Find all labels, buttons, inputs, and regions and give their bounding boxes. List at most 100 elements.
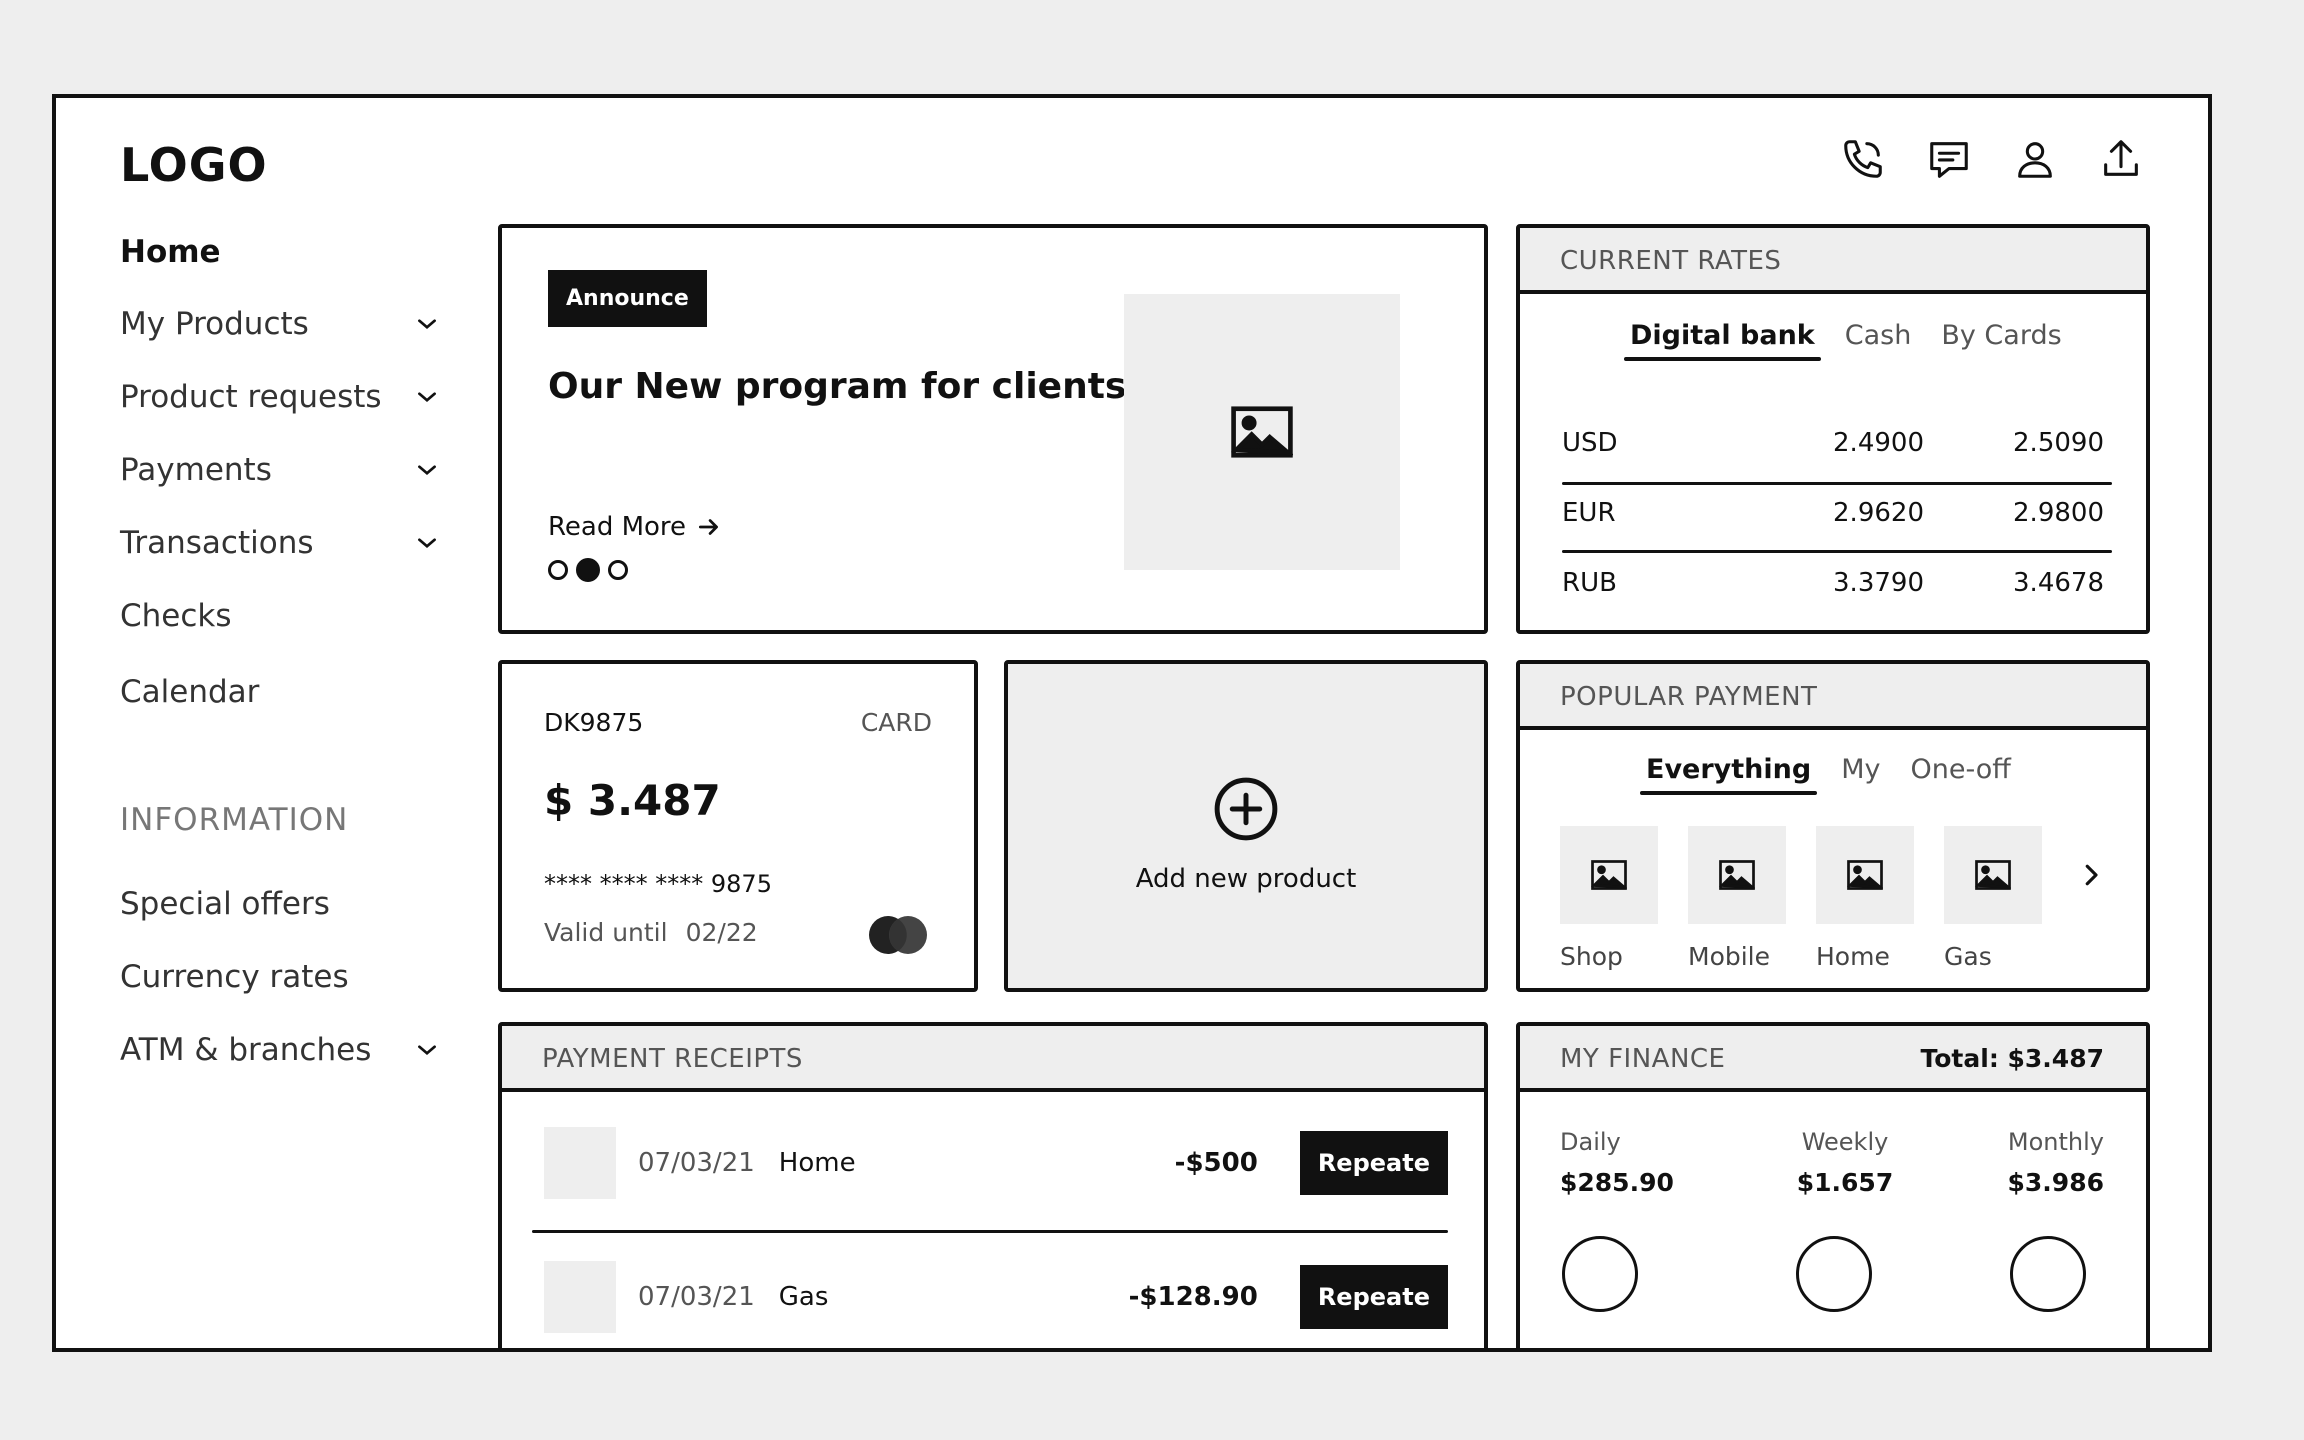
app-window: LOGO Home My Products Product requests P… — [52, 94, 2212, 1352]
popular-item-tile — [1944, 826, 2042, 924]
finance-period-value: $3.986 — [2007, 1168, 2104, 1197]
phone-icon[interactable] — [1838, 134, 1888, 184]
rate-sell: 2.5090 — [2013, 428, 2104, 458]
daily-ring — [1562, 1236, 1638, 1312]
tab-my[interactable]: My — [1841, 754, 1880, 795]
valid-date: 02/22 — [685, 918, 758, 947]
arrow-right-icon — [699, 519, 718, 535]
rate-buy: 2.9620 — [1833, 498, 1924, 528]
bank-card[interactable]: DK9875 CARD $ 3.487 **** **** **** 9875 … — [498, 660, 978, 992]
my-finance-header: MY FINANCE Total: $3.487 — [1520, 1026, 2146, 1092]
receipt-thumbnail — [544, 1261, 616, 1333]
current-rates-title: CURRENT RATES — [1560, 246, 1782, 276]
popular-items: Shop Mobile Home Gas — [1560, 826, 2042, 971]
finance-total: Total: $3.487 — [1920, 1044, 2104, 1073]
card-number: **** **** **** 9875 — [544, 870, 772, 898]
payment-receipts-card: PAYMENT RECEIPTS 07/03/21 Home -$500 Rep… — [498, 1022, 1488, 1348]
rate-buy: 2.4900 — [1833, 428, 1924, 458]
sidebar-item-calendar[interactable]: Calendar — [120, 666, 440, 718]
popular-item-label: Mobile — [1688, 942, 1771, 971]
monthly-ring — [2010, 1236, 2086, 1312]
chat-icon[interactable] — [1924, 134, 1974, 184]
receipt-row: 07/03/21 Home -$500 Repeate — [544, 1126, 1448, 1200]
popular-item-gas[interactable]: Gas — [1944, 826, 2042, 971]
current-rates-card: CURRENT RATES Digital bank Cash By Cards… — [1516, 224, 2150, 634]
add-product-button[interactable]: Add new product — [1008, 776, 1484, 894]
receipt-amount: -$500 — [1174, 1148, 1258, 1178]
add-product-card[interactable]: Add new product — [1004, 660, 1488, 992]
popular-item-tile — [1560, 826, 1658, 924]
sidebar-item-home[interactable]: Home — [120, 226, 440, 278]
tab-cash[interactable]: Cash — [1845, 320, 1912, 361]
popular-tabs: Everything My One-off — [1639, 754, 2011, 795]
receipt-name: Home — [778, 1148, 856, 1178]
my-finance-title: MY FINANCE — [1560, 1044, 1726, 1074]
carousel-dot[interactable] — [548, 560, 568, 580]
receipt-date: 07/03/21 — [638, 1148, 755, 1178]
repeat-button[interactable]: Repeate — [1299, 1265, 1448, 1329]
rate-sell: 2.9800 — [2013, 498, 2104, 528]
receipt-date: 07/03/21 — [638, 1282, 755, 1312]
chevron-down-icon — [418, 465, 436, 476]
finance-monthly: Monthly $3.986 — [2008, 1128, 2104, 1197]
rate-buy: 3.3790 — [1833, 568, 1924, 598]
receipt-row: 07/03/21 Gas -$128.90 Repeate — [544, 1260, 1448, 1334]
popular-item-home[interactable]: Home — [1816, 826, 1914, 971]
tab-one-off[interactable]: One-off — [1911, 754, 2011, 795]
image-icon — [1975, 860, 2011, 890]
image-icon — [1847, 860, 1883, 890]
tab-everything[interactable]: Everything — [1639, 754, 1818, 795]
announce-image — [1124, 294, 1400, 570]
card-balance: $ 3.487 — [544, 776, 721, 825]
popular-item-tile — [1816, 826, 1914, 924]
popular-item-mobile[interactable]: Mobile — [1688, 826, 1786, 971]
tab-by-cards[interactable]: By Cards — [1941, 320, 2061, 361]
payment-receipts-header: PAYMENT RECEIPTS — [502, 1026, 1484, 1092]
rate-sell: 3.4678 — [2013, 568, 2104, 598]
popular-item-label: Gas — [1944, 942, 1992, 971]
popular-payment-header: POPULAR PAYMENT — [1520, 664, 2146, 730]
sidebar-item-atm-branches[interactable]: ATM & branches — [120, 1024, 440, 1076]
carousel-dot-active[interactable] — [576, 558, 600, 582]
carousel-dot[interactable] — [608, 560, 628, 580]
finance-daily: Daily $285.90 — [1560, 1128, 1674, 1197]
rate-currency: EUR — [1562, 498, 1616, 528]
header-actions — [1838, 134, 2146, 184]
popular-payment-title: POPULAR PAYMENT — [1560, 682, 1818, 712]
sidebar-item-payments[interactable]: Payments — [120, 444, 440, 496]
finance-period-value: $1.657 — [1796, 1168, 1894, 1197]
popular-item-label: Home — [1816, 942, 1890, 971]
repeat-button[interactable]: Repeate — [1299, 1131, 1448, 1195]
receipt-thumbnail — [544, 1127, 616, 1199]
finance-period-value: $285.90 — [1560, 1168, 1674, 1197]
rate-currency: USD — [1562, 428, 1618, 458]
sidebar-item-currency-rates[interactable]: Currency rates — [120, 951, 440, 1003]
sidebar-item-my-products[interactable]: My Products — [120, 298, 440, 350]
sidebar-section-title: INFORMATION — [120, 802, 349, 838]
sidebar-item-transactions[interactable]: Transactions — [120, 517, 440, 569]
logo[interactable]: LOGO — [120, 138, 268, 192]
sidebar-item-special-offers[interactable]: Special offers — [120, 878, 440, 930]
chevron-right-icon[interactable] — [2076, 860, 2106, 890]
plus-circle-icon — [1214, 777, 1278, 841]
payment-receipts-title: PAYMENT RECEIPTS — [542, 1044, 803, 1074]
upload-icon[interactable] — [2096, 134, 2146, 184]
sidebar-item-product-requests[interactable]: Product requests — [120, 371, 440, 423]
rate-row: RUB 3.3790 3.4678 — [1562, 548, 2104, 618]
popular-item-shop[interactable]: Shop — [1560, 826, 1658, 971]
popular-item-label: Shop — [1560, 942, 1623, 971]
tab-digital-bank[interactable]: Digital bank — [1624, 320, 1821, 361]
image-icon — [1719, 860, 1755, 890]
rate-row: EUR 2.9620 2.9800 — [1562, 478, 2104, 548]
finance-period-label: Daily — [1560, 1128, 1621, 1156]
card-type: CARD — [860, 708, 932, 737]
popular-payment-card: POPULAR PAYMENT Everything My One-off Sh… — [1516, 660, 2150, 992]
read-more-link[interactable]: Read More — [548, 512, 722, 542]
finance-period-label: Monthly — [2007, 1128, 2104, 1156]
chevron-down-icon — [418, 1045, 436, 1056]
sidebar-item-checks[interactable]: Checks — [120, 590, 440, 642]
user-icon[interactable] — [2010, 134, 2060, 184]
image-icon — [1591, 860, 1627, 890]
add-product-label: Add new product — [1135, 864, 1357, 894]
divider — [532, 1230, 1448, 1233]
